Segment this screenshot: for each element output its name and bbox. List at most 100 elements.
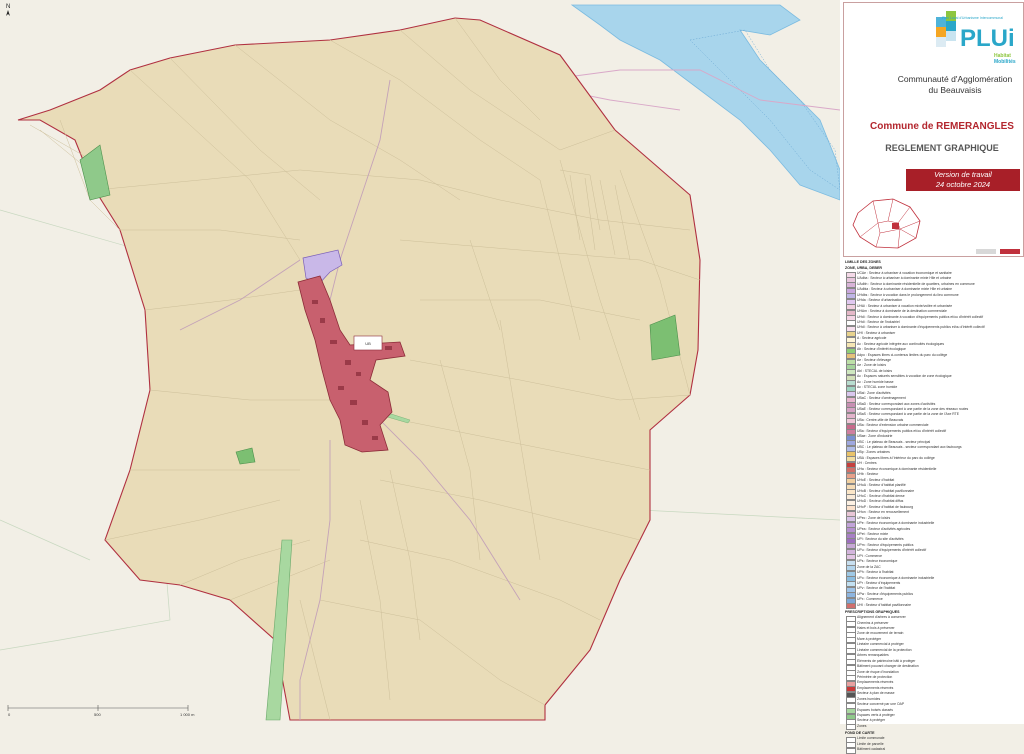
legend-item-label: UPw : Secteur d'équipements publics [857,591,914,596]
legend-swatch [846,603,856,610]
logo-strip [976,249,1020,254]
legend-item-label: UHAm : Secteur à dominante de la destina… [857,309,947,314]
legend-title-background: FOND DE CARTE [845,731,875,736]
legend-item-label: UBaD : Secteur correspondant aux zones d… [857,401,936,406]
legend-item-label: UBp : Zones urbaines [857,450,890,455]
legend-title-prescriptions: PRESCRIPTIONS GRAPHIQUES [845,610,900,615]
legend-item-label: UPu : Secteur d'équipements d'intérêt co… [857,548,927,553]
document-title: REGLEMENT GRAPHIQUE [885,143,999,153]
legend-item-label: Ac : STECAL zone humide [857,385,898,390]
legend-item-label: UPh : Secteur à l'habitat [857,570,894,575]
logo-tagline: Plan Local d'Urbanisme Intercommunal [942,16,1003,20]
legend-item-label: UHoE : Secteur d'habitat [857,477,895,482]
legend-item-label: UCAe : Secteur à urbaniser à vocation éc… [857,271,952,275]
legend-item-label: Alignement d'arbres à conserver [857,615,906,620]
legend-item-label: UPea : Secteur d'activités agricoles [857,526,911,531]
legend-item-label: UHI : Secteur à urbaniser [857,330,896,335]
legend-background-list: Limite communale Limite de parcelle Bâtime… [843,736,1022,754]
logo-main: PLUi [960,25,1015,52]
legend-item: Bâtiment cadastral [843,747,1022,754]
version-banner: Version de travail 24 octobre 2024 [906,169,1020,191]
legend-item-label: UPo : Secteur économique à dominante ind… [857,575,935,580]
legend-item-label: UHon : Secteur en renouvellement [857,510,910,515]
legend-item-label: UBC : Le plateau de Beauvais - secteur p… [857,439,931,444]
legend-item-label: UAdba : Secteur à urbaniser à dominante … [857,276,952,281]
legend-item-label: UPr : Secteur d'équipements [857,580,901,585]
ub-block-label: UB [365,341,371,346]
legend-item-label: UHoB : Secteur d'habitat pavillonnaire [857,488,915,493]
legend-item-label: Zone de la ZAC [857,564,881,569]
legend-item-label: Linéaire commercial à protéger [857,642,904,647]
legend-item-label: Éléments de patrimoine bâti à protéger [857,658,916,663]
legend-item-label: Ac : Espaces naturels sensibles à vocati… [857,374,952,379]
legend-item-label: UHda : Secteur d'urbanisation [857,298,903,303]
north-label: N [6,4,10,10]
commune-name: Commune de REMERANGLES [870,121,1014,132]
legend-item-label: UBA : Espaces libres à l'intérieur du pa… [857,455,935,460]
legend-swatch [846,724,856,731]
legend-item-label: Espaces verts à protéger [857,713,895,717]
legend: LIMILLE DES ZONES ZONE, URBA, DEBER UCAe… [843,258,1022,754]
legend-title-zones: ZONE, URBA, DEBER [845,266,882,270]
legend-item-label: UPv : Secteur de l'habitat [857,586,896,591]
legend-item: Zones [843,724,1022,731]
legend-item-label: UPm : Secteur d'équipements publics [857,542,914,547]
legend-item-label: UHoP : Secteur d'habitat de faubourg [857,504,914,509]
legend-item-label: Limite communale [857,736,885,741]
title-block: PLUi Plan Local d'Urbanisme Intercommuna… [843,2,1024,257]
legend-item-label: UPe : Secteur économique à dominante ind… [857,521,935,526]
legend-item-label: UBae : Zone d'industrie [857,434,893,439]
legend-item-label: UPet : Secteur mixte [857,532,889,536]
legend-item-label: Haies et bois à préserver [857,626,895,630]
legend-item-label: Secteur à plan de masse [857,691,895,696]
version-line-1: Version de travail [934,170,992,179]
legend-item-label: UHb : Secteur [857,472,879,477]
legend-zone-list: UCAe : Secteur à urbaniser à vocation éc… [843,271,1022,610]
legend-item-label: UAdbia : Secteur à urbaniser à dominante… [857,287,952,292]
legend-item-label: Abl : STECAL de loisirs [857,368,893,373]
legend-item-label: Bâtiment cadastral [857,747,886,752]
legend-item-label: UBa : Secteur d'extension urbaine commer… [857,423,929,428]
legend-item-label: UPi : Secteur du site d'activités [857,537,904,542]
legend-item-label: UBaC : Secteur d'aménagement [857,396,906,401]
legend-item-label: A : Secteur agricole [857,336,887,341]
legend-item-label: UH : Centres [857,461,877,466]
legend-item-label: UHdi : Secteur de l'industriel [857,319,900,324]
legend-item-label: Adpo : Espaces libres ci-contenus limite… [857,352,948,357]
scale-label-1000: 1 000 m [180,712,195,717]
legend-item-label: Espaces boisés classés [857,707,893,712]
legend-item-label: Mare à protéger [857,636,882,641]
legend-item-label: UHoA : Secteur d'habitat planifié [857,483,906,488]
legend-item-label: Zone de mouvement de terrain [857,631,904,636]
legend-item-label: Emplacements réservés [857,685,894,690]
legend-item-label: UHdl : Secteur à urbaniser à dominante d… [857,325,985,330]
legend-item-label: Linéaire commercial de la protection [857,647,912,652]
legend-item-label: UBa : Secteur d'équipements publics et/o… [857,428,947,433]
legend-item-label: UHoC : Secteur d'habitat dense [857,493,905,498]
logo-sub-2: Mobilités [994,59,1016,65]
agglomeration-line-2: du Beauvaisis [928,85,982,95]
zoning-map[interactable]: UB N 0 500 1 000 m [0,0,840,724]
legend-item-label: UHI : Secteur d'habitat pavillonnaire [857,602,911,607]
legend-item-label: Limite de parcelle [857,741,884,746]
legend-item-label: Secteur à protéger [857,718,886,723]
legend-item-label: Ac : Zone humide basse [857,379,894,384]
legend-item: UHI : Secteur d'habitat pavillonnaire [843,602,1022,610]
legend-item-label: Ae : Secteur d'élevage [857,358,892,362]
legend-item-label: Ab : Secteur d'intérêt écologique [857,347,906,352]
legend-item-label: Chemins à préserver [857,620,889,625]
legend-item-label: UBaS : Secteur correspondant à une parti… [857,412,959,417]
legend-item-label: UBa : Centre-ville de Beauvais [857,417,904,422]
legend-item-label: UBaE : Secteur correspondant à une parti… [857,406,969,411]
legend-item-label: Secteur concerné par une OAP [857,702,905,707]
legend-item-label: UAdbh : Secteur à dominante résidentiell… [857,281,975,286]
legend-item-label: UBC : Le plateau de Beauvais - secteur c… [857,445,962,449]
legend-item-label: UHdi : Secteur à dominante à vocation d'… [857,314,984,319]
legend-item-label: UHAi : Secteur à urbaniser à vocation mi… [857,303,953,308]
legend-item-label: UBal : Zone d'activités [857,390,891,395]
legend-item-label: Zones humides [857,696,881,701]
legend-item-label: UPec : Zone de loisirs [857,515,891,520]
legend-item-label: Arbres remarquables [857,653,889,658]
legend-item-label: UHoD : Secteur d'habitat diffus [857,499,904,504]
legend-item-label: Zone de risque d'inondation [857,669,899,674]
